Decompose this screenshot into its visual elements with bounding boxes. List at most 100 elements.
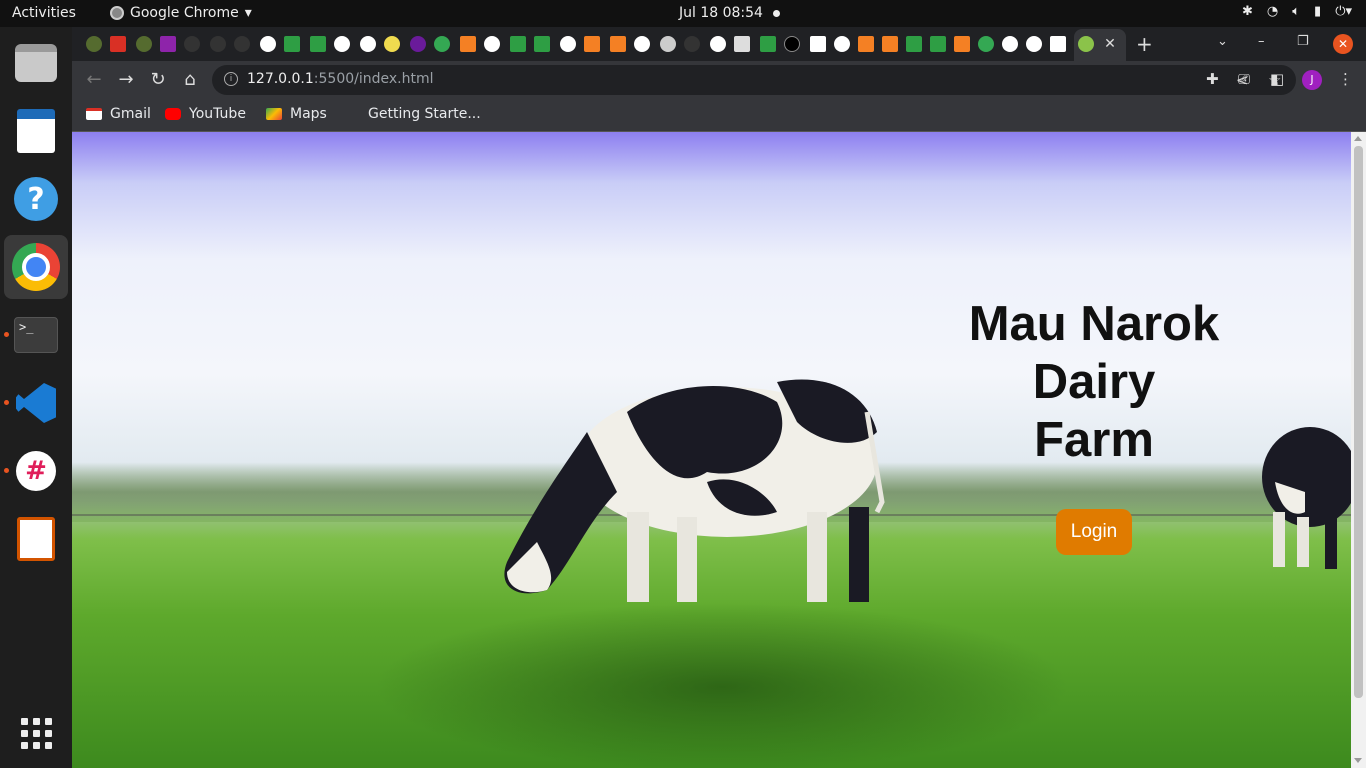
tab-favicon[interactable] <box>86 36 102 52</box>
home-icon[interactable]: ⌂ <box>179 69 201 90</box>
tab-favicon[interactable] <box>136 36 152 52</box>
bookmark-label: Gmail <box>110 106 151 122</box>
bookmark-label: Getting Starte... <box>368 106 481 122</box>
system-tray[interactable]: ✱ ◔ 🔈︎ ▮ ⏻▾ <box>1242 4 1352 19</box>
drive-icon[interactable] <box>434 36 450 52</box>
w3r-icon[interactable] <box>810 36 826 52</box>
page-scrollbar[interactable] <box>1351 132 1366 768</box>
minimize-icon[interactable]: – <box>1258 34 1265 49</box>
slack-tray-icon[interactable]: ✱ <box>1242 4 1253 19</box>
maximize-icon[interactable]: ❐ <box>1297 34 1309 49</box>
battery-icon[interactable]: ▮ <box>1314 4 1321 19</box>
w3-icon[interactable] <box>760 36 776 52</box>
w3-icon[interactable] <box>284 36 300 52</box>
scrollbar-thumb[interactable] <box>1354 146 1363 698</box>
google-icon[interactable] <box>484 36 500 52</box>
power-menu-icon[interactable]: ⏻▾ <box>1335 4 1352 19</box>
tab-favicon[interactable] <box>210 36 226 52</box>
bookmarks-bar: Gmail YouTube Maps Getting Starte... <box>72 99 1366 132</box>
globe-icon[interactable] <box>360 36 376 52</box>
clock[interactable]: Jul 18 08:54 <box>679 5 763 21</box>
help-launcher[interactable]: ? <box>12 175 60 223</box>
js-icon[interactable] <box>384 36 400 52</box>
vscode-launcher[interactable] <box>12 379 60 427</box>
tab-favicon[interactable] <box>684 36 700 52</box>
second-cow-image <box>1262 427 1351 569</box>
maps-icon <box>266 108 282 120</box>
calendar-icon[interactable] <box>160 36 176 52</box>
tab-favicon[interactable] <box>734 36 750 52</box>
stackoverflow-icon[interactable] <box>858 36 874 52</box>
login-button[interactable]: Login <box>1055 509 1133 555</box>
activities-button[interactable]: Activities <box>12 5 76 21</box>
eh-icon[interactable] <box>784 36 800 52</box>
globe-icon[interactable] <box>334 36 350 52</box>
volume-icon[interactable]: 🔈︎ <box>1292 4 1300 19</box>
drive-icon[interactable] <box>978 36 994 52</box>
stackoverflow-icon[interactable] <box>882 36 898 52</box>
w3-icon[interactable] <box>534 36 550 52</box>
terminal-icon: >_ <box>14 317 58 353</box>
gmail-icon[interactable] <box>110 36 126 52</box>
tab-favicon[interactable] <box>234 36 250 52</box>
google-icon[interactable] <box>634 36 650 52</box>
bookmark-gmail[interactable]: Gmail <box>86 106 151 122</box>
profile-avatar[interactable]: J <box>1302 70 1322 90</box>
cast-icon[interactable]: ⎚ <box>1238 70 1250 88</box>
globe-icon[interactable] <box>834 36 850 52</box>
stackoverflow-icon[interactable] <box>954 36 970 52</box>
globe-icon[interactable] <box>260 36 276 52</box>
new-tab-button[interactable]: + <box>1136 32 1153 56</box>
google-icon[interactable] <box>710 36 726 52</box>
slack-launcher[interactable]: # <box>12 447 60 495</box>
show-apps-button[interactable] <box>12 709 60 757</box>
stackoverflow-icon[interactable] <box>610 36 626 52</box>
side-panel-icon[interactable]: ◧ <box>1270 70 1284 88</box>
close-window-icon[interactable]: ✕ <box>1333 34 1353 54</box>
address-bar[interactable]: i 127.0.0.1:5500/index.html ⋖ ☆ <box>212 65 1296 95</box>
extensions-icon[interactable]: ✚ <box>1206 70 1219 88</box>
w3-icon[interactable] <box>906 36 922 52</box>
terminal-launcher[interactable]: >_ <box>12 311 60 359</box>
back-icon[interactable]: ← <box>83 69 105 90</box>
globe-icon[interactable] <box>1026 36 1042 52</box>
notification-dot <box>773 10 780 17</box>
reload-icon[interactable]: ↻ <box>147 69 169 90</box>
vscode-icon <box>16 383 56 423</box>
bookmark-maps[interactable]: Maps <box>266 106 327 122</box>
app-menu[interactable]: Google Chrome ▾ <box>110 5 252 21</box>
github-icon[interactable] <box>660 36 676 52</box>
hexagon-icon[interactable] <box>410 36 426 52</box>
w3r-icon[interactable] <box>1050 36 1066 52</box>
url-text[interactable]: 127.0.0.1:5500/index.html <box>247 71 434 87</box>
w3-icon[interactable] <box>510 36 526 52</box>
w3-icon[interactable] <box>310 36 326 52</box>
scroll-up-icon[interactable] <box>1354 136 1362 141</box>
forward-icon[interactable]: → <box>115 69 137 90</box>
globe-icon[interactable] <box>1002 36 1018 52</box>
tab-strip: ✕ + ⌄ – ❐ ✕ <box>72 27 1366 61</box>
help-icon: ? <box>14 177 58 221</box>
running-indicator <box>4 400 9 405</box>
tab-close-icon[interactable]: ✕ <box>1098 32 1122 56</box>
gmail-icon <box>86 108 102 120</box>
menu-icon[interactable]: ⋮ <box>1338 70 1353 88</box>
chrome-launcher[interactable] <box>4 235 68 299</box>
scroll-down-icon[interactable] <box>1354 758 1362 763</box>
globe-icon[interactable] <box>560 36 576 52</box>
document-viewer-launcher[interactable] <box>12 107 60 155</box>
stackoverflow-icon[interactable] <box>460 36 476 52</box>
running-indicator <box>4 332 9 337</box>
info-icon[interactable]: i <box>224 72 238 86</box>
stackoverflow-icon[interactable] <box>584 36 600 52</box>
tab-search-icon[interactable]: ⌄ <box>1217 34 1228 49</box>
dock: ? >_ # <box>0 27 72 768</box>
page-title: Mau Narok Dairy Farm <box>944 295 1244 469</box>
tab-favicon[interactable] <box>184 36 200 52</box>
bookmark-getting-started[interactable]: Getting Starte... <box>344 106 481 122</box>
w3-icon[interactable] <box>930 36 946 52</box>
impress-launcher[interactable] <box>12 515 60 563</box>
wifi-icon[interactable]: ◔ <box>1267 4 1278 19</box>
bookmark-youtube[interactable]: YouTube <box>165 106 246 122</box>
files-launcher[interactable] <box>12 39 60 87</box>
